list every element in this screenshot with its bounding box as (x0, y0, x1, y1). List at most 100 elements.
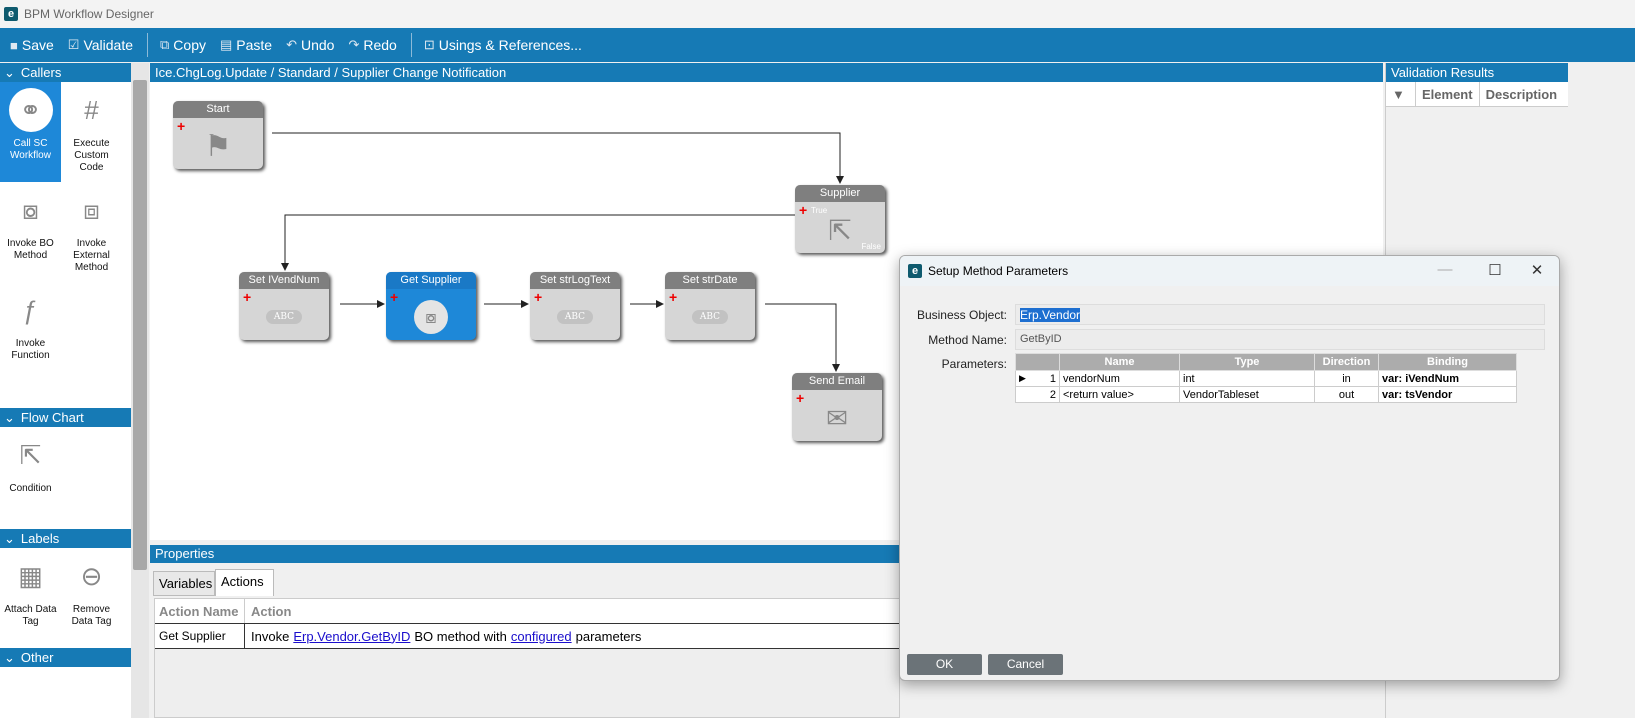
section-labels[interactable]: ⌄ Labels (0, 529, 131, 548)
window-title: BPM Workflow Designer (24, 7, 154, 21)
redo-button[interactable]: ↷ Redo (348, 37, 396, 53)
method-name-field[interactable]: GetByID (1015, 329, 1545, 350)
filter-dropdown-icon[interactable]: ▼ (1386, 82, 1416, 106)
node-start[interactable]: Start + ⚑ (173, 101, 263, 169)
tab-variables[interactable]: Variables (153, 571, 215, 596)
business-object-field[interactable]: Erp.Vendor (1015, 304, 1545, 325)
section-callers[interactable]: ⌄ Callers (0, 63, 131, 82)
chevron-down-icon: ⌄ (4, 649, 15, 665)
validate-button[interactable]: ☑ Validate (68, 37, 133, 53)
section-title: Other (20, 650, 54, 665)
node-title: Supplier (795, 185, 885, 202)
usings-label: Usings & References... (438, 37, 582, 53)
tool-label: Invoke External Method (73, 238, 110, 273)
close-button[interactable]: ✕ (1522, 261, 1552, 279)
param-direction: in (1314, 370, 1379, 387)
scrollbar-thumb[interactable] (133, 80, 147, 570)
paste-button[interactable]: ▤ Paste (220, 37, 272, 53)
ok-button[interactable]: OK (907, 654, 982, 675)
column-binding[interactable]: Binding (1378, 353, 1517, 371)
flag-icon: ⚑ (204, 129, 232, 163)
tool-invoke-external-method[interactable]: ⧈ Invoke External Method (61, 182, 122, 282)
tool-condition[interactable]: ⇱ Condition (0, 427, 61, 529)
tool-label: Invoke Function (11, 338, 50, 361)
section-flow-chart[interactable]: ⌄ Flow Chart (0, 408, 131, 427)
table-row[interactable]: ▶ 1 vendorNum int in var: iVendNum (1015, 370, 1517, 387)
maximize-button[interactable]: ☐ (1480, 261, 1510, 279)
current-row-icon: ▶ (1019, 372, 1026, 383)
param-name: <return value> (1059, 386, 1180, 403)
table-header: Action Name Action (155, 599, 899, 624)
tool-label: Attach Data Tag (4, 604, 57, 627)
references-icon: ⊡ (423, 37, 435, 52)
save-button[interactable]: ■ Save (10, 37, 54, 53)
tool-remove-data-tag[interactable]: ⊖ Remove Data Tag (61, 548, 122, 648)
actions-table: Action Name Action Get Supplier Invoke Erp… (154, 598, 900, 718)
toolbox-palette: ⌄ Callers ⚭ Call SC Workflow # Execute Cust… (0, 63, 131, 718)
tool-call-sc-workflow[interactable]: ⚭ Call SC Workflow (0, 82, 61, 182)
tool-execute-custom-code[interactable]: # Execute Custom Code (61, 82, 122, 182)
section-other[interactable]: ⌄ Other (0, 648, 131, 667)
method-link[interactable]: Erp.Vendor.GetByID (293, 629, 410, 644)
undo-icon: ↶ (286, 37, 297, 52)
tool-invoke-function[interactable]: ƒ Invoke Function (0, 282, 61, 382)
node-send-email[interactable]: Send Email + ✉ (792, 373, 882, 441)
paste-label: Paste (236, 37, 273, 53)
connector (272, 132, 844, 184)
properties-header: Properties (150, 545, 900, 563)
param-binding[interactable]: var: iVendNum (1378, 370, 1517, 387)
paste-icon: ▤ (219, 37, 233, 52)
minimize-button[interactable]: — (1430, 261, 1460, 278)
param-type: int (1179, 370, 1315, 387)
column-description[interactable]: Description (1480, 82, 1564, 106)
configured-link[interactable]: configured (511, 629, 572, 644)
row-number: 2 (1049, 388, 1056, 401)
tab-actions[interactable]: Actions (215, 569, 274, 596)
tool-invoke-bo-method[interactable]: ⧇ Invoke BO Method (0, 182, 61, 282)
tool-label: Call SC Workflow (10, 138, 51, 161)
column-type[interactable]: Type (1179, 353, 1315, 371)
external-method-icon: ⧈ (83, 195, 100, 225)
node-get-supplier[interactable]: Get Supplier + ⧇ (386, 272, 476, 340)
node-title: Get Supplier (386, 272, 476, 289)
abc-icon: ABC (556, 310, 594, 324)
table-header: Name Type Direction Binding (1015, 353, 1517, 371)
tool-label: Invoke BO Method (7, 238, 54, 261)
undo-button[interactable]: ↶ Undo (286, 37, 334, 53)
section-title: Callers (20, 65, 62, 80)
method-name-label: Method Name: (928, 333, 1007, 347)
column-name[interactable]: Name (1059, 353, 1180, 371)
validation-columns: ▼ Element Description (1386, 82, 1568, 107)
validate-label: Validate (83, 37, 133, 53)
tool-attach-data-tag[interactable]: ▦ Attach Data Tag (0, 548, 61, 648)
app-logo-icon: e (4, 7, 18, 21)
validation-title: Validation Results (1386, 63, 1568, 82)
chevron-down-icon: ⌄ (4, 409, 15, 425)
param-type: VendorTableset (1179, 386, 1315, 403)
param-binding[interactable]: var: tsVendor (1378, 386, 1517, 403)
column-element[interactable]: Element (1416, 82, 1480, 106)
node-set-ivendnum[interactable]: Set IVendNum + ABC (239, 272, 329, 340)
table-row[interactable]: Get Supplier Invoke Erp.Vendor.GetByID BO … (155, 624, 899, 649)
attach-tag-icon: ▦ (18, 561, 43, 591)
abc-icon: ABC (691, 310, 729, 324)
action-text: Invoke (251, 628, 290, 644)
table-row[interactable]: 2 <return value> VendorTableset out var:… (1015, 386, 1517, 403)
copy-icon: ⧉ (160, 37, 170, 52)
column-header: Action Name (155, 599, 245, 623)
node-set-strlogtext[interactable]: Set strLogText + ABC (530, 272, 620, 340)
usings-references-button[interactable]: ⊡ Usings & References... (424, 37, 582, 53)
column-direction[interactable]: Direction (1314, 353, 1379, 371)
connector (281, 214, 795, 271)
toolbar-divider (410, 33, 412, 57)
node-set-strdate[interactable]: Set strDate + ABC (665, 272, 755, 340)
connector (765, 303, 840, 372)
row-header-corner (1015, 353, 1060, 371)
section-title: Flow Chart (20, 410, 84, 425)
node-supplier-condition[interactable]: Supplier + True False ⇱ (795, 185, 885, 253)
code-file-icon: # (84, 95, 99, 125)
undo-label: Undo (301, 37, 335, 53)
cancel-button[interactable]: Cancel (988, 654, 1063, 675)
setup-method-parameters-dialog: e Setup Method Parameters — ☐ ✕ Business… (899, 255, 1560, 681)
copy-button[interactable]: ⧉ Copy (160, 37, 206, 53)
